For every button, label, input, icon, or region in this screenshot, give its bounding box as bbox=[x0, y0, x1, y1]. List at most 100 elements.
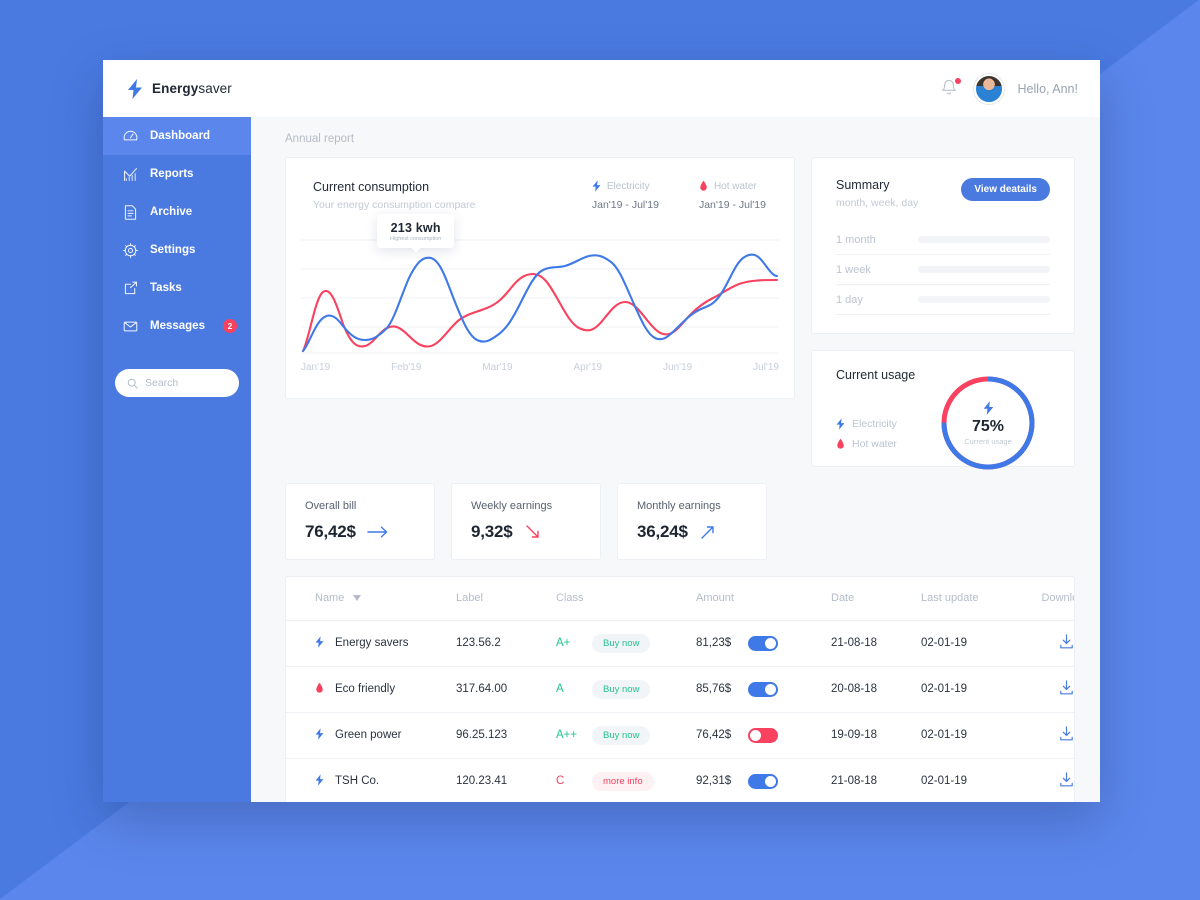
sidebar-item-label: Reports bbox=[150, 168, 194, 180]
usage-donut-chart: 75% Current usage bbox=[938, 373, 1038, 473]
sidebar-item-label: Messages bbox=[150, 320, 205, 332]
brand-name: Energysaver bbox=[152, 81, 232, 96]
action-pill[interactable]: Buy now bbox=[592, 679, 651, 699]
gear-icon bbox=[123, 242, 138, 258]
action-pill[interactable]: Buy now bbox=[592, 725, 651, 745]
column-header-date[interactable]: Date bbox=[831, 577, 921, 621]
row-name: Energy savers bbox=[335, 637, 409, 649]
series-hot-water bbox=[301, 272, 779, 353]
legend-electricity: Electricity Jan'19 - Jul'19 bbox=[592, 180, 659, 211]
bolt-icon bbox=[836, 418, 845, 430]
cell-date: 21-08-18 bbox=[831, 775, 878, 788]
search-input[interactable] bbox=[145, 377, 225, 389]
action-pill[interactable]: more info bbox=[592, 771, 654, 791]
column-header-amount[interactable]: Amount bbox=[696, 577, 831, 621]
axis-tick: Apr'19 bbox=[573, 362, 603, 373]
class-grade: A bbox=[556, 683, 564, 695]
summary-title: Summary bbox=[836, 178, 890, 192]
amount-value: 81,23$ bbox=[696, 637, 732, 649]
brand-logo[interactable]: Energysaver bbox=[127, 78, 232, 99]
sidebar-item-messages[interactable]: Messages 2 bbox=[103, 307, 251, 345]
search-box[interactable] bbox=[115, 369, 239, 397]
summary-row-label: 1 month bbox=[836, 233, 876, 246]
cell-name: Eco friendly bbox=[286, 666, 456, 713]
cell-last-update: 02-01-19 bbox=[921, 712, 1026, 759]
cell-label: 96.25.123 bbox=[456, 712, 556, 759]
row-toggle[interactable] bbox=[748, 681, 779, 697]
cell-class: A+ Buy now bbox=[556, 620, 696, 667]
stat-cards: Overall bill 76,42$ Weekly earnings 9,32… bbox=[285, 483, 1075, 560]
cell-download[interactable] bbox=[1026, 620, 1074, 667]
cell-last-update: 02-01-19 bbox=[921, 666, 1026, 713]
row-name: TSH Co. bbox=[335, 775, 380, 788]
cell-download[interactable] bbox=[1026, 666, 1074, 713]
bolt-icon bbox=[315, 727, 324, 743]
download-icon bbox=[1059, 679, 1073, 694]
cell-download[interactable] bbox=[1026, 712, 1074, 759]
action-pill[interactable]: Buy now bbox=[592, 633, 651, 653]
chart-title: Current consumption bbox=[313, 180, 430, 194]
sidebar-item-settings[interactable]: Settings bbox=[103, 231, 251, 269]
chart-bar-icon bbox=[124, 167, 137, 181]
table-body: Energy savers 123.56.2 A+ Buy now 81,23$… bbox=[286, 620, 1074, 802]
download-icon bbox=[1059, 633, 1073, 648]
usage-percent: 75% bbox=[971, 417, 1005, 435]
bolt-icon bbox=[315, 635, 324, 648]
gauge-icon bbox=[123, 130, 138, 140]
class-grade: C bbox=[556, 775, 565, 788]
table-row[interactable]: TSH Co. 120.23.41 C more info 92,31$ 21-… bbox=[286, 758, 1074, 802]
cell-download[interactable] bbox=[1026, 758, 1074, 802]
table-row[interactable]: Eco friendly 317.64.00 A Buy now 85,76$ … bbox=[286, 666, 1074, 713]
legend-label: Electricity bbox=[606, 180, 650, 192]
bolt-icon bbox=[315, 774, 324, 786]
avatar[interactable] bbox=[973, 73, 1004, 104]
row-name: Eco friendly bbox=[335, 683, 396, 695]
data-table-card: Name Label Class Amount Date Last update… bbox=[285, 576, 1075, 802]
legend-range: Jan'19 - Jul'19 bbox=[698, 199, 766, 211]
stat-card-weekly-earnings: Weekly earnings 9,32$ bbox=[451, 483, 601, 560]
column-header-name[interactable]: Name bbox=[286, 577, 456, 621]
summary-subtitle: month, week, day bbox=[836, 197, 919, 209]
summary-row: 1 day bbox=[836, 285, 1050, 315]
cell-date: 21-08-18 bbox=[831, 620, 921, 667]
usage-caption: Current usage bbox=[964, 436, 1012, 446]
chart-tooltip: 213 kwh Highest consumption bbox=[377, 214, 455, 253]
chart-x-axis: Jan'19 Feb'19 Mar'19 Apr'19 Jun'19 Jul'1… bbox=[301, 362, 779, 373]
sidebar-item-reports[interactable]: Reports bbox=[103, 155, 251, 193]
legend-hot-water: Hot water Jan'19 - Jul'19 bbox=[698, 180, 766, 212]
row-toggle[interactable] bbox=[748, 773, 779, 789]
view-details-button[interactable]: View deatails bbox=[961, 178, 1050, 201]
chart-subtitle: Your energy consumption compare bbox=[313, 199, 476, 211]
sidebar-item-tasks[interactable]: Tasks bbox=[103, 269, 251, 307]
amount-value: 85,76$ bbox=[696, 683, 732, 695]
tasks-icon bbox=[124, 281, 137, 294]
table-row[interactable]: Green power 96.25.123 A++ Buy now 76,42$… bbox=[286, 712, 1074, 759]
cell-name: Green power bbox=[286, 712, 456, 759]
summary-card: Summary month, week, day View deatails 1… bbox=[811, 157, 1075, 334]
sidebar-item-dashboard[interactable]: Dashboard bbox=[103, 117, 251, 155]
axis-tick: Jul'19 bbox=[753, 362, 779, 373]
main-content: Annual report Current consumption Your e… bbox=[251, 117, 1100, 802]
column-header-label[interactable]: Label bbox=[456, 577, 556, 621]
column-header-last-update[interactable]: Last update bbox=[921, 577, 1026, 621]
row-toggle[interactable] bbox=[748, 727, 779, 743]
greeting-text: Hello, Ann! bbox=[1017, 81, 1078, 96]
bolt-icon bbox=[315, 774, 324, 789]
breadcrumb: Annual report bbox=[285, 133, 355, 145]
notification-bell-button[interactable] bbox=[940, 77, 961, 100]
tooltip-value: 213 kwh bbox=[390, 221, 441, 235]
cell-last-update: 02-01-19 bbox=[921, 775, 968, 788]
sidebar-item-archive[interactable]: Archive bbox=[103, 193, 251, 231]
table-row[interactable]: Energy savers 123.56.2 A+ Buy now 81,23$… bbox=[286, 620, 1074, 667]
axis-tick: Mar'19 bbox=[482, 362, 513, 373]
droplet-icon bbox=[700, 180, 707, 191]
cell-class: C more info bbox=[556, 758, 696, 802]
chart-svg bbox=[301, 239, 779, 354]
usage-legend-electricity: Electricity bbox=[836, 418, 897, 430]
data-table: Name Label Class Amount Date Last update… bbox=[286, 577, 1074, 802]
bolt-icon bbox=[983, 400, 993, 415]
chart-gridlines bbox=[301, 239, 779, 354]
column-header-class[interactable]: Class bbox=[556, 577, 696, 621]
search-icon bbox=[127, 378, 138, 389]
row-toggle[interactable] bbox=[748, 635, 779, 651]
